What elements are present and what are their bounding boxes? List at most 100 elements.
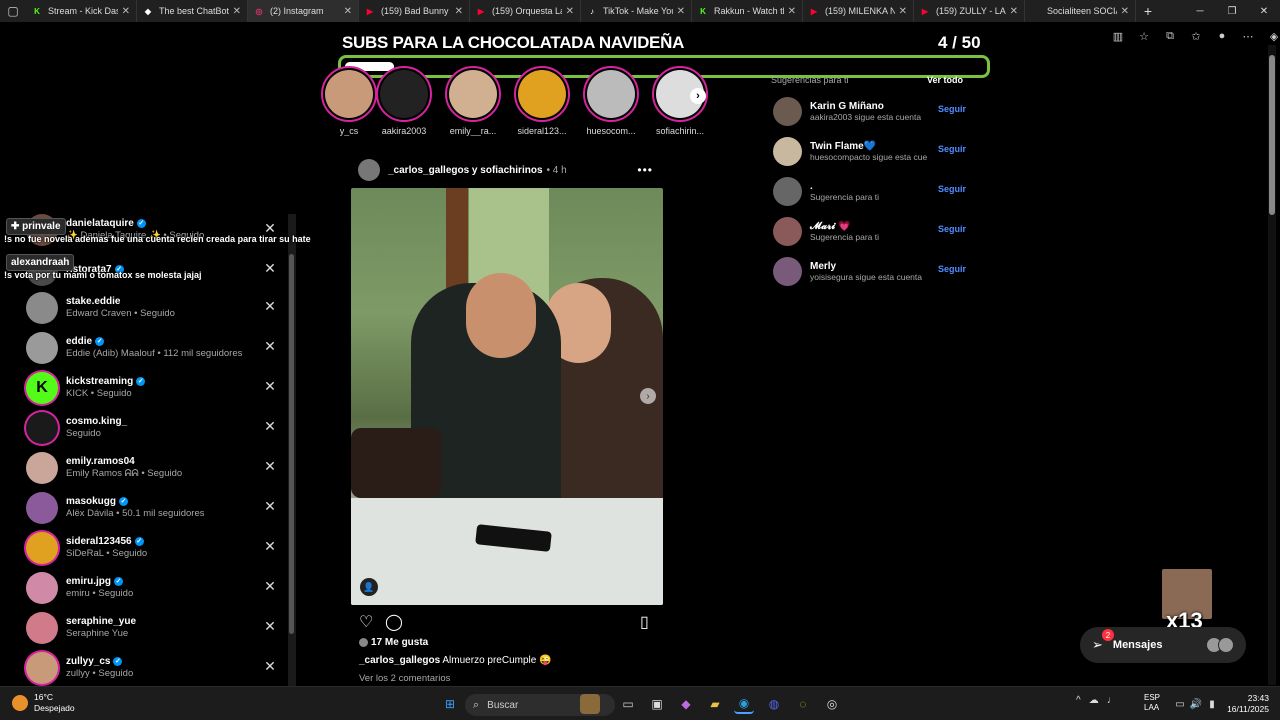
app-icon[interactable]: ◌: [793, 694, 813, 714]
tab-close-icon[interactable]: ✕: [455, 6, 463, 17]
tab-close-icon[interactable]: ✕: [233, 6, 241, 17]
follow-button[interactable]: Seguir: [938, 184, 966, 194]
start-windows-icon[interactable]: ⊞: [440, 694, 460, 714]
browser-tab[interactable]: ◆ The best ChatBot an ✕: [137, 0, 248, 22]
post-tagged-user-icon[interactable]: 👤: [360, 578, 378, 596]
story-item[interactable]: emily__ra...: [442, 66, 504, 136]
story-item[interactable]: aakira2003: [373, 66, 435, 136]
follow-button[interactable]: Seguir: [938, 144, 966, 154]
messages-button[interactable]: ➢ 2 Mensajes: [1080, 627, 1246, 663]
search-highlight-icon[interactable]: [580, 694, 600, 714]
more-icon[interactable]: ⋯: [1240, 28, 1256, 44]
weather-widget[interactable]: 16°C Despejado: [12, 692, 75, 714]
discord-icon[interactable]: ◍: [764, 694, 784, 714]
browser-tab[interactable]: K Rakkun - Watch the ✕: [692, 0, 803, 22]
follow-list-item[interactable]: Kkickstreaming ✓ KICK • Seguido ✕: [26, 368, 286, 408]
edge-browser-icon[interactable]: ◉: [734, 694, 754, 714]
comment-icon[interactable]: ◯: [385, 612, 403, 632]
copilot-taskbar-icon[interactable]: ◆: [676, 694, 696, 714]
view-comments-link[interactable]: Ver los 2 comentarios: [359, 673, 450, 684]
page-scrollbar-thumb[interactable]: [1269, 55, 1275, 215]
follow-list-item[interactable]: emily.ramos04 Emily Ramos ᕱᕱ • Seguido ✕: [26, 448, 286, 488]
browser-tab[interactable]: K Stream - Kick Dashb ✕: [26, 0, 137, 22]
tab-close-icon[interactable]: ✕: [1010, 6, 1018, 17]
follow-list-item[interactable]: sideral123456 ✓ SiDeRaL • Seguido ✕: [26, 528, 286, 568]
follow-list-item[interactable]: eddie ✓ Eddie (Adib) Maalouf • 112 mil seg…: [26, 328, 286, 368]
follow-button[interactable]: Seguir: [938, 104, 966, 114]
tab-close-icon[interactable]: ✕: [899, 6, 907, 17]
task-view-icon[interactable]: ▭: [618, 694, 638, 714]
post-authors[interactable]: _carlos_gallegos y sofiachirinos: [388, 165, 543, 176]
obs-icon[interactable]: ◎: [822, 694, 842, 714]
browser-tab[interactable]: ♪ TikTok - Make Your ✕: [581, 0, 692, 22]
remove-close-icon[interactable]: ✕: [262, 458, 278, 475]
extensions-icon[interactable]: ⧉: [1162, 28, 1178, 44]
tab-close-icon[interactable]: ✕: [1121, 6, 1129, 17]
see-all-link[interactable]: Ver todo: [927, 75, 963, 85]
save-bookmark-icon[interactable]: ▯: [640, 612, 649, 632]
remove-close-icon[interactable]: ✕: [262, 260, 278, 277]
browser-tab[interactable]: ▶ (159) Orquesta La B ✕: [470, 0, 581, 22]
remove-close-icon[interactable]: ✕: [262, 538, 278, 555]
remove-close-icon[interactable]: ✕: [262, 658, 278, 675]
stories-next-icon[interactable]: ›: [690, 88, 706, 104]
follow-button[interactable]: Seguir: [938, 224, 966, 234]
suggestion-name[interactable]: .: [810, 181, 879, 192]
tab-close-icon[interactable]: ✕: [122, 6, 130, 17]
suggestion-name[interactable]: Merly: [810, 261, 922, 272]
suggestion-avatar[interactable]: [773, 256, 802, 286]
suggestion-name[interactable]: 𝓜𝓪𝓻𝓲 💗: [810, 221, 879, 232]
remove-close-icon[interactable]: ✕: [262, 578, 278, 595]
post-next-image-icon[interactable]: ›: [640, 388, 656, 404]
follow-list-item[interactable]: emiru.jpg ✓ emiru • Seguido ✕: [26, 568, 286, 608]
follow-list-item[interactable]: cosmo.king_ Seguido ✕: [26, 408, 286, 448]
post-likes[interactable]: 17 Me gusta: [359, 637, 428, 648]
mic-icon[interactable]: ♩: [1107, 695, 1117, 706]
browser-tab[interactable]: ▶ (159) ZULLY - LAS B ✕: [914, 0, 1025, 22]
restore-icon[interactable]: ❐: [1216, 0, 1248, 22]
tray-overflow-icon[interactable]: ^: [1076, 695, 1081, 706]
post-more-icon[interactable]: •••: [637, 163, 653, 177]
caption-user[interactable]: _carlos_gallegos: [359, 655, 440, 666]
copilot-icon[interactable]: ◈: [1266, 28, 1280, 44]
favorites-icon[interactable]: ✩: [1188, 28, 1204, 44]
tab-actions-icon[interactable]: ▢: [0, 0, 26, 22]
tab-close-icon[interactable]: ✕: [344, 6, 352, 17]
remove-close-icon[interactable]: ✕: [262, 298, 278, 315]
battery-icon[interactable]: ▮: [1202, 694, 1222, 714]
tab-close-icon[interactable]: ✕: [788, 6, 796, 17]
new-tab-button[interactable]: +: [1136, 3, 1160, 19]
suggestion-avatar[interactable]: [773, 136, 802, 166]
browser-tab[interactable]: ◎ (2) Instagram ✕: [248, 0, 359, 22]
suggestion-avatar[interactable]: [773, 216, 802, 246]
browser-tab[interactable]: ▶ (159) MILENKA NO ✕: [803, 0, 914, 22]
browser-tab[interactable]: Socialiteen SOCIAL ✕: [1025, 0, 1136, 22]
tab-close-icon[interactable]: ✕: [566, 6, 574, 17]
page-scrollbar[interactable]: [1268, 45, 1276, 685]
suggestion-name[interactable]: Karin G Miñano: [810, 101, 921, 112]
story-item[interactable]: sideral123...: [511, 66, 573, 136]
close-window-icon[interactable]: ✕: [1248, 0, 1280, 22]
minimize-icon[interactable]: ─: [1184, 0, 1216, 22]
remove-close-icon[interactable]: ✕: [262, 618, 278, 635]
browser-tab[interactable]: ▶ (159) Bad Bunny - B ✕: [359, 0, 470, 22]
post-author-avatar[interactable]: [358, 159, 380, 181]
story-item[interactable]: huesocom...: [580, 66, 642, 136]
story-item[interactable]: y_cs: [318, 66, 380, 136]
store-icon[interactable]: ▣: [647, 694, 667, 714]
post-image[interactable]: [351, 188, 663, 605]
onedrive-icon[interactable]: ☁: [1089, 695, 1099, 706]
suggestion-avatar[interactable]: [773, 96, 802, 126]
follow-list-scroll-thumb[interactable]: [289, 254, 294, 634]
remove-close-icon[interactable]: ✕: [262, 378, 278, 395]
favorite-star-icon[interactable]: ☆: [1136, 28, 1152, 44]
suggestion-avatar[interactable]: [773, 176, 802, 206]
remove-close-icon[interactable]: ✕: [262, 338, 278, 355]
split-view-icon[interactable]: ▥: [1110, 28, 1126, 44]
tab-close-icon[interactable]: ✕: [677, 6, 685, 17]
remove-close-icon[interactable]: ✕: [262, 418, 278, 435]
language-indicator[interactable]: ESP LAA: [1144, 693, 1160, 713]
clock[interactable]: 23:43 16/11/2025: [1225, 693, 1269, 715]
remove-close-icon[interactable]: ✕: [262, 498, 278, 515]
follow-list-item[interactable]: seraphine_yue Seraphine Yue ✕: [26, 608, 286, 648]
